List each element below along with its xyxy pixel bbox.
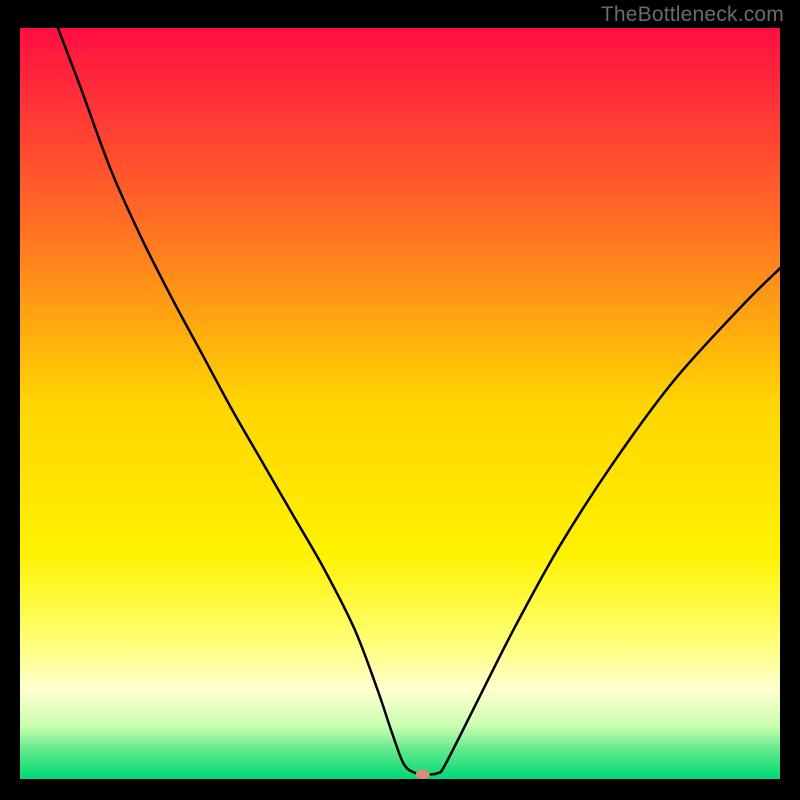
gradient-background bbox=[20, 28, 780, 779]
chart-frame: TheBottleneck.com bbox=[0, 0, 800, 800]
plot-area bbox=[20, 28, 780, 779]
bottleneck-plot bbox=[20, 28, 780, 779]
watermark-text: TheBottleneck.com bbox=[601, 3, 784, 27]
